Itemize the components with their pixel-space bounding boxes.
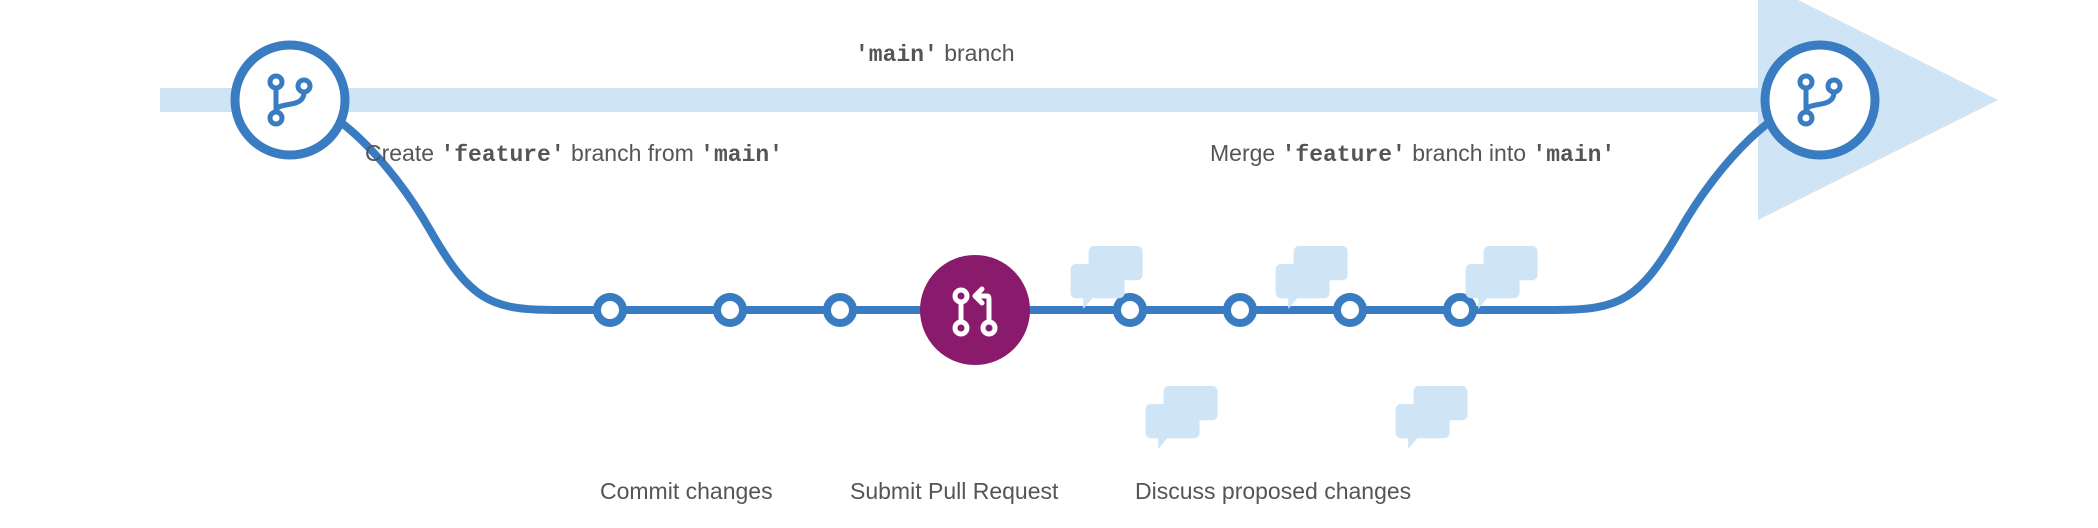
speech-bubble-icon	[1146, 386, 1218, 449]
create-branch-mid: branch from	[565, 140, 701, 166]
merge-branch-q2: 'main'	[1532, 142, 1615, 168]
main-branch-label-code: 'main'	[855, 42, 938, 68]
create-branch-q1: 'feature'	[440, 142, 564, 168]
branch-end-node	[1765, 45, 1875, 155]
main-branch-label: 'main' branch	[855, 40, 1015, 68]
commit-dot	[827, 297, 853, 323]
git-flow-diagram	[0, 0, 2098, 528]
merge-branch-prefix: Merge	[1210, 140, 1282, 166]
merge-branch-q1: 'feature'	[1282, 142, 1406, 168]
branch-start-node	[235, 45, 345, 155]
speech-bubble-icon	[1396, 386, 1468, 449]
merge-branch-label: Merge 'feature' branch into 'main'	[1210, 140, 1615, 168]
create-branch-q2: 'main'	[700, 142, 783, 168]
pull-request-node	[920, 255, 1030, 365]
step-submit-label: Submit Pull Request	[850, 478, 1058, 505]
commit-dot	[717, 297, 743, 323]
step-commit-label: Commit changes	[600, 478, 773, 505]
speech-bubble-icon	[1466, 246, 1538, 309]
create-branch-label: Create 'feature' branch from 'main'	[365, 140, 783, 168]
merge-branch-mid: branch into	[1406, 140, 1533, 166]
feature-branch-path	[290, 100, 1820, 310]
commit-dot	[1447, 297, 1473, 323]
commit-dot	[1337, 297, 1363, 323]
commit-dot	[1227, 297, 1253, 323]
commit-dot	[597, 297, 623, 323]
step-discuss-label: Discuss proposed changes	[1135, 478, 1411, 505]
main-branch-label-suffix: branch	[938, 40, 1015, 66]
commit-dot	[1117, 297, 1143, 323]
create-branch-prefix: Create	[365, 140, 440, 166]
